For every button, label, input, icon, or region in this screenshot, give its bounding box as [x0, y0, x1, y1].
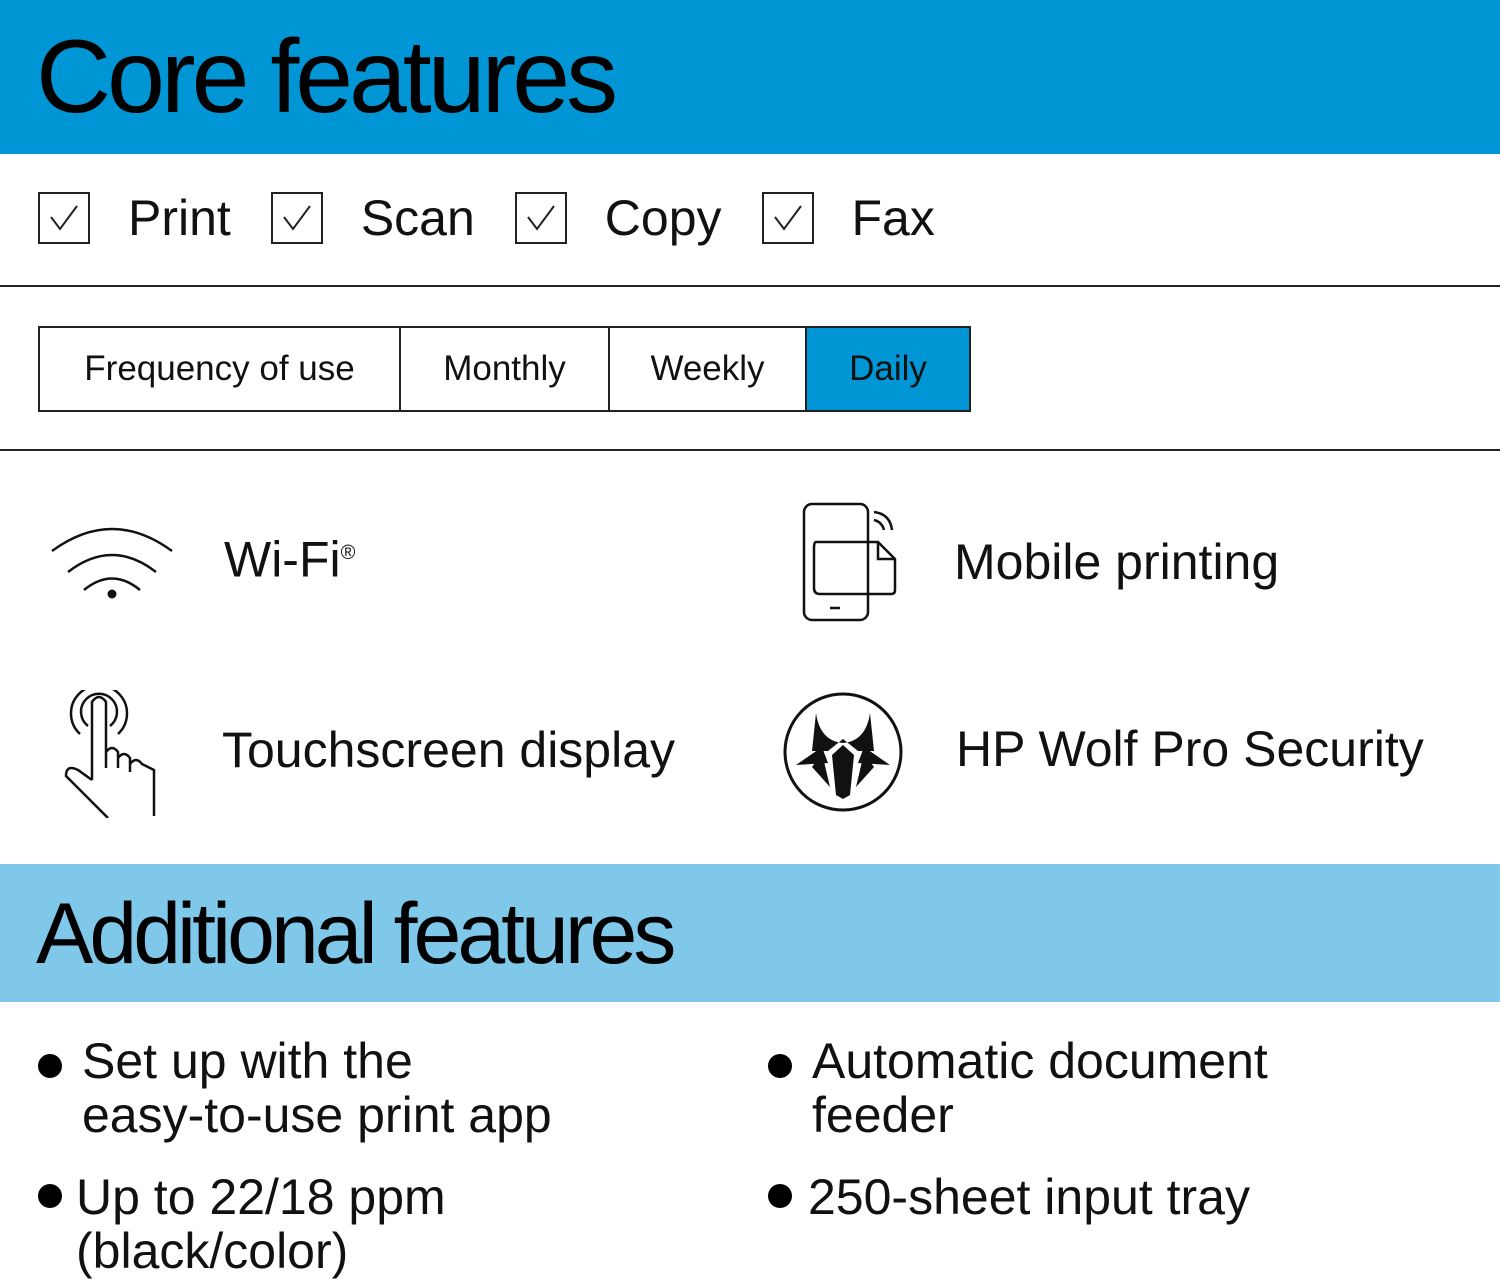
wifi-icon [51, 527, 173, 599]
check-icon [50, 205, 78, 231]
function-label: Print [128, 190, 231, 246]
feature-label: Touchscreen display [222, 722, 676, 778]
item-text: 250-sheet input tray [808, 1169, 1250, 1225]
item-text: (black/color) [76, 1223, 349, 1279]
additional-features-title: Additional features [36, 886, 676, 982]
feature-mobile-printing: Mobile printing [802, 502, 1279, 622]
item-text: Up to 22/18 ppm [76, 1169, 446, 1225]
frequency-option-monthly[interactable]: Monthly [401, 328, 610, 410]
feature-wolf-security: HP Wolf Pro Security [782, 691, 1424, 813]
item-text: feeder [812, 1087, 954, 1143]
checkbox-scan[interactable] [270, 192, 323, 244]
divider [0, 285, 1500, 287]
function-scan: Scan [270, 190, 475, 246]
check-icon [773, 205, 802, 231]
list-item: Up to 22/18 ppm (black/color) [38, 1170, 446, 1278]
additional-features-banner: Additional features [0, 864, 1500, 1002]
function-label: Fax [851, 190, 935, 246]
bullet-icon [38, 1184, 62, 1208]
frequency-label: Frequency of use [40, 328, 401, 410]
bullet-icon [768, 1054, 792, 1078]
function-list: Print Scan Copy Fax [38, 190, 975, 246]
bullet-icon [38, 1054, 62, 1078]
feature-touchscreen: Touchscreen display [62, 690, 675, 818]
divider [0, 449, 1500, 451]
checkbox-fax[interactable] [761, 192, 814, 244]
feature-label: HP Wolf Pro Security [956, 721, 1424, 777]
function-fax: Fax [761, 190, 935, 246]
checkbox-print[interactable] [38, 192, 90, 244]
checkbox-copy[interactable] [514, 192, 567, 244]
feature-label: Mobile printing [954, 534, 1280, 590]
feature-wifi: Wi-Fi® [50, 525, 355, 603]
frequency-option-weekly[interactable]: Weekly [610, 328, 807, 410]
check-icon [283, 205, 311, 231]
item-text: easy-to-use print app [82, 1087, 552, 1143]
item-text: Automatic document [812, 1033, 1268, 1089]
check-icon [526, 205, 555, 231]
mobile-printing-icon [802, 502, 897, 622]
list-item: Automatic document feeder [768, 1034, 1268, 1142]
function-copy: Copy [514, 190, 722, 246]
feature-label: Wi-Fi® [224, 531, 356, 588]
frequency-selector: Frequency of use Monthly Weekly Daily [38, 326, 971, 412]
item-text: Set up with the [82, 1033, 413, 1089]
core-features-banner: Core features [0, 0, 1500, 154]
function-label: Scan [360, 190, 475, 246]
touchscreen-icon [64, 690, 156, 818]
list-item: Set up with the easy-to-use print app [38, 1034, 552, 1142]
wolf-security-icon [783, 692, 903, 812]
frequency-option-daily[interactable]: Daily [807, 328, 969, 410]
list-item: 250-sheet input tray [768, 1170, 1250, 1224]
function-print: Print [38, 190, 231, 246]
core-features-title: Core features [36, 19, 618, 135]
bullet-icon [768, 1184, 792, 1208]
function-label: Copy [604, 190, 722, 246]
